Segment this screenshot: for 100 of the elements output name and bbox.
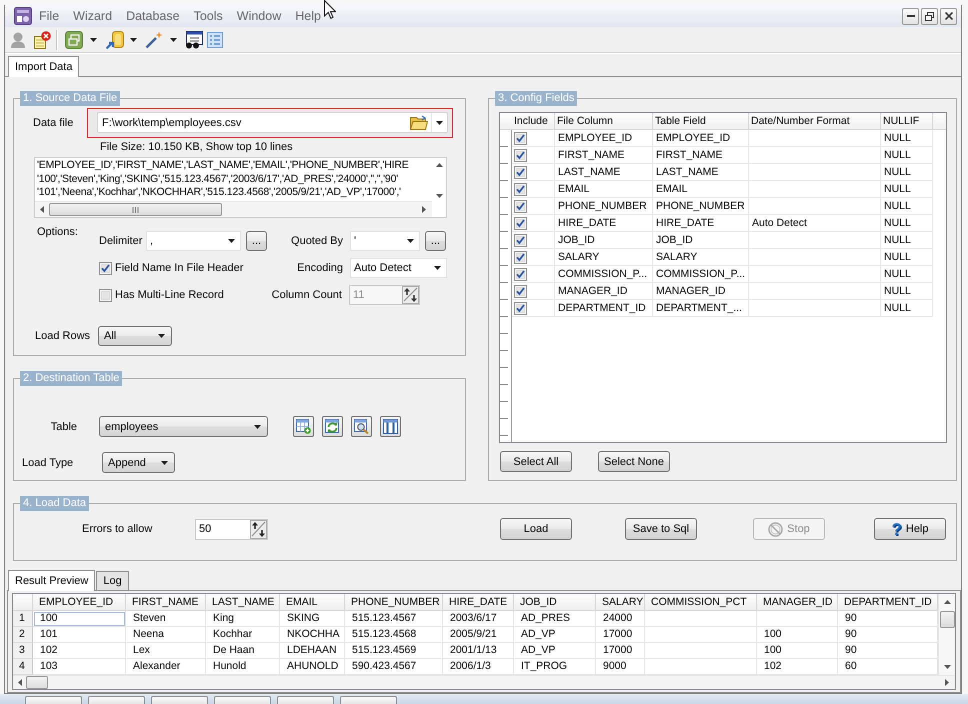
folder-icon[interactable] — [410, 115, 428, 130]
taskbar-button[interactable] — [277, 696, 334, 704]
table-magnifier-icon — [354, 419, 369, 434]
table-cell-text: AD_PRES — [520, 611, 572, 626]
taskbar-button[interactable] — [151, 696, 208, 704]
question-mark-icon: ? — [891, 520, 902, 538]
horizontal-scrollbar[interactable] — [13, 675, 955, 689]
column-header[interactable]: EMAIL — [280, 594, 345, 610]
menu-item[interactable]: Tools — [186, 9, 230, 23]
menu-item[interactable]: File — [32, 9, 66, 23]
down-arrow-icon[interactable] — [944, 665, 950, 669]
tab[interactable]: Result Preview — [8, 570, 96, 591]
checkbox[interactable] — [514, 216, 527, 230]
checkbox-label[interactable]: Has Multi-Line Record — [115, 289, 224, 301]
up-arrow-icon[interactable] — [436, 163, 442, 167]
down-arrow-icon[interactable] — [436, 194, 442, 198]
menu-item[interactable]: Wizard — [66, 9, 120, 23]
restore-button[interactable] — [921, 8, 938, 24]
column-header[interactable]: PHONE_NUMBER — [345, 594, 443, 610]
checkbox[interactable] — [514, 148, 527, 162]
action-button[interactable]: Load — [500, 518, 572, 540]
checkbox[interactable] — [514, 234, 527, 246]
checkbox[interactable] — [514, 132, 527, 144]
caret-icon[interactable] — [170, 38, 177, 42]
help-button[interactable]: ? Help — [874, 518, 946, 540]
caret-icon[interactable] — [130, 38, 137, 42]
quoted-by-dropdown[interactable]: ' — [350, 231, 420, 251]
checkbox[interactable] — [514, 200, 527, 212]
magic-wand-icon[interactable] — [145, 30, 163, 48]
table-cell-text: 90 — [844, 611, 858, 626]
browse-button[interactable]: ... — [425, 231, 446, 251]
taskbar-button[interactable] — [88, 696, 145, 704]
windows-icon[interactable] — [65, 30, 83, 48]
checkbox[interactable] — [514, 268, 527, 280]
window-binoculars-icon[interactable] — [185, 30, 203, 48]
up-down-arrows-icon[interactable] — [250, 520, 267, 538]
quoted-by-label: Quoted By — [290, 235, 344, 247]
column-header[interactable]: COMMISSION_PCT — [645, 594, 757, 610]
table-cell-text: 2003/6/17 — [449, 611, 498, 626]
errors-to-allow-field[interactable]: 50 — [195, 518, 268, 540]
column-header[interactable]: EMPLOYEE_ID — [33, 594, 126, 610]
document-x-icon[interactable] — [33, 30, 51, 48]
table-cell-text: NULL — [883, 199, 912, 214]
taskbar-button[interactable] — [340, 696, 397, 704]
taskbar-button[interactable] — [214, 696, 271, 704]
taskbar-button[interactable] — [25, 696, 82, 704]
scroll-thumb[interactable] — [49, 203, 222, 216]
checkbox[interactable] — [514, 250, 527, 264]
column-header[interactable]: HIRE_DATE — [443, 594, 514, 610]
column-header[interactable]: MANAGER_ID — [757, 594, 838, 610]
right-arrow-icon[interactable] — [945, 679, 949, 686]
table-search-button[interactable] — [351, 416, 372, 437]
minimize-button[interactable] — [902, 8, 919, 24]
checkbox[interactable] — [99, 288, 112, 302]
load-type-dropdown[interactable]: Append — [102, 452, 175, 473]
left-arrow-icon[interactable] — [18, 679, 22, 686]
column-header[interactable]: SALARY — [596, 594, 645, 610]
column-header[interactable]: FIRST_NAME — [126, 594, 206, 610]
tab[interactable]: Log — [96, 571, 129, 590]
checkbox[interactable] — [514, 166, 527, 178]
table-add-button[interactable] — [293, 416, 314, 437]
menu-item[interactable]: Window — [230, 9, 288, 23]
table-cell-text: FIRST_NAME — [655, 148, 724, 163]
encoding-dropdown[interactable]: Auto Detect — [350, 258, 447, 278]
column-header[interactable]: JOB_ID — [514, 594, 596, 610]
checkbox[interactable] — [514, 182, 527, 196]
select-button[interactable]: Select All — [500, 451, 572, 472]
browse-button[interactable]: ... — [246, 231, 267, 251]
column-header[interactable]: LAST_NAME — [206, 594, 280, 610]
menu-item[interactable]: Database — [119, 9, 187, 23]
up-arrow-icon[interactable] — [944, 600, 950, 604]
encoding-label: Encoding — [296, 262, 344, 274]
table-refresh-button[interactable] — [322, 416, 343, 437]
checkbox[interactable] — [514, 284, 527, 298]
tab[interactable]: Import Data — [8, 56, 80, 77]
scroll-thumb[interactable] — [940, 611, 954, 628]
group-title: 4. Load Data — [20, 496, 89, 511]
table-cell-text: 515.123.4567 — [351, 611, 418, 626]
horizontal-scrollbar[interactable] — [35, 201, 432, 217]
menu-item[interactable]: Help — [288, 9, 328, 23]
box-arrow-icon[interactable] — [106, 30, 124, 48]
left-arrow-icon[interactable] — [40, 206, 44, 213]
list-icon[interactable] — [207, 32, 223, 48]
scroll-thumb[interactable] — [26, 676, 48, 689]
table-columns-button[interactable] — [380, 416, 401, 437]
data-file-dropdown[interactable]: F:\work\temp\employees.csv — [97, 112, 448, 133]
table-cell-text: 60 — [844, 659, 858, 674]
action-button[interactable]: Save to Sql — [625, 518, 697, 540]
checkbox[interactable] — [514, 302, 527, 314]
load-rows-dropdown[interactable]: All — [98, 326, 172, 346]
close-button[interactable] — [940, 8, 957, 24]
checkbox[interactable] — [99, 262, 112, 274]
right-arrow-icon[interactable] — [422, 206, 426, 213]
table-cell-text: HIRE_DATE — [655, 216, 716, 231]
vertical-scrollbar[interactable] — [938, 594, 955, 675]
delimiter-dropdown[interactable]: , — [146, 231, 241, 251]
select-button[interactable]: Select None — [598, 451, 670, 472]
checkbox-label[interactable]: Field Name In File Header — [115, 262, 244, 274]
table-dropdown[interactable]: employees — [99, 416, 268, 437]
caret-icon[interactable] — [90, 38, 97, 42]
